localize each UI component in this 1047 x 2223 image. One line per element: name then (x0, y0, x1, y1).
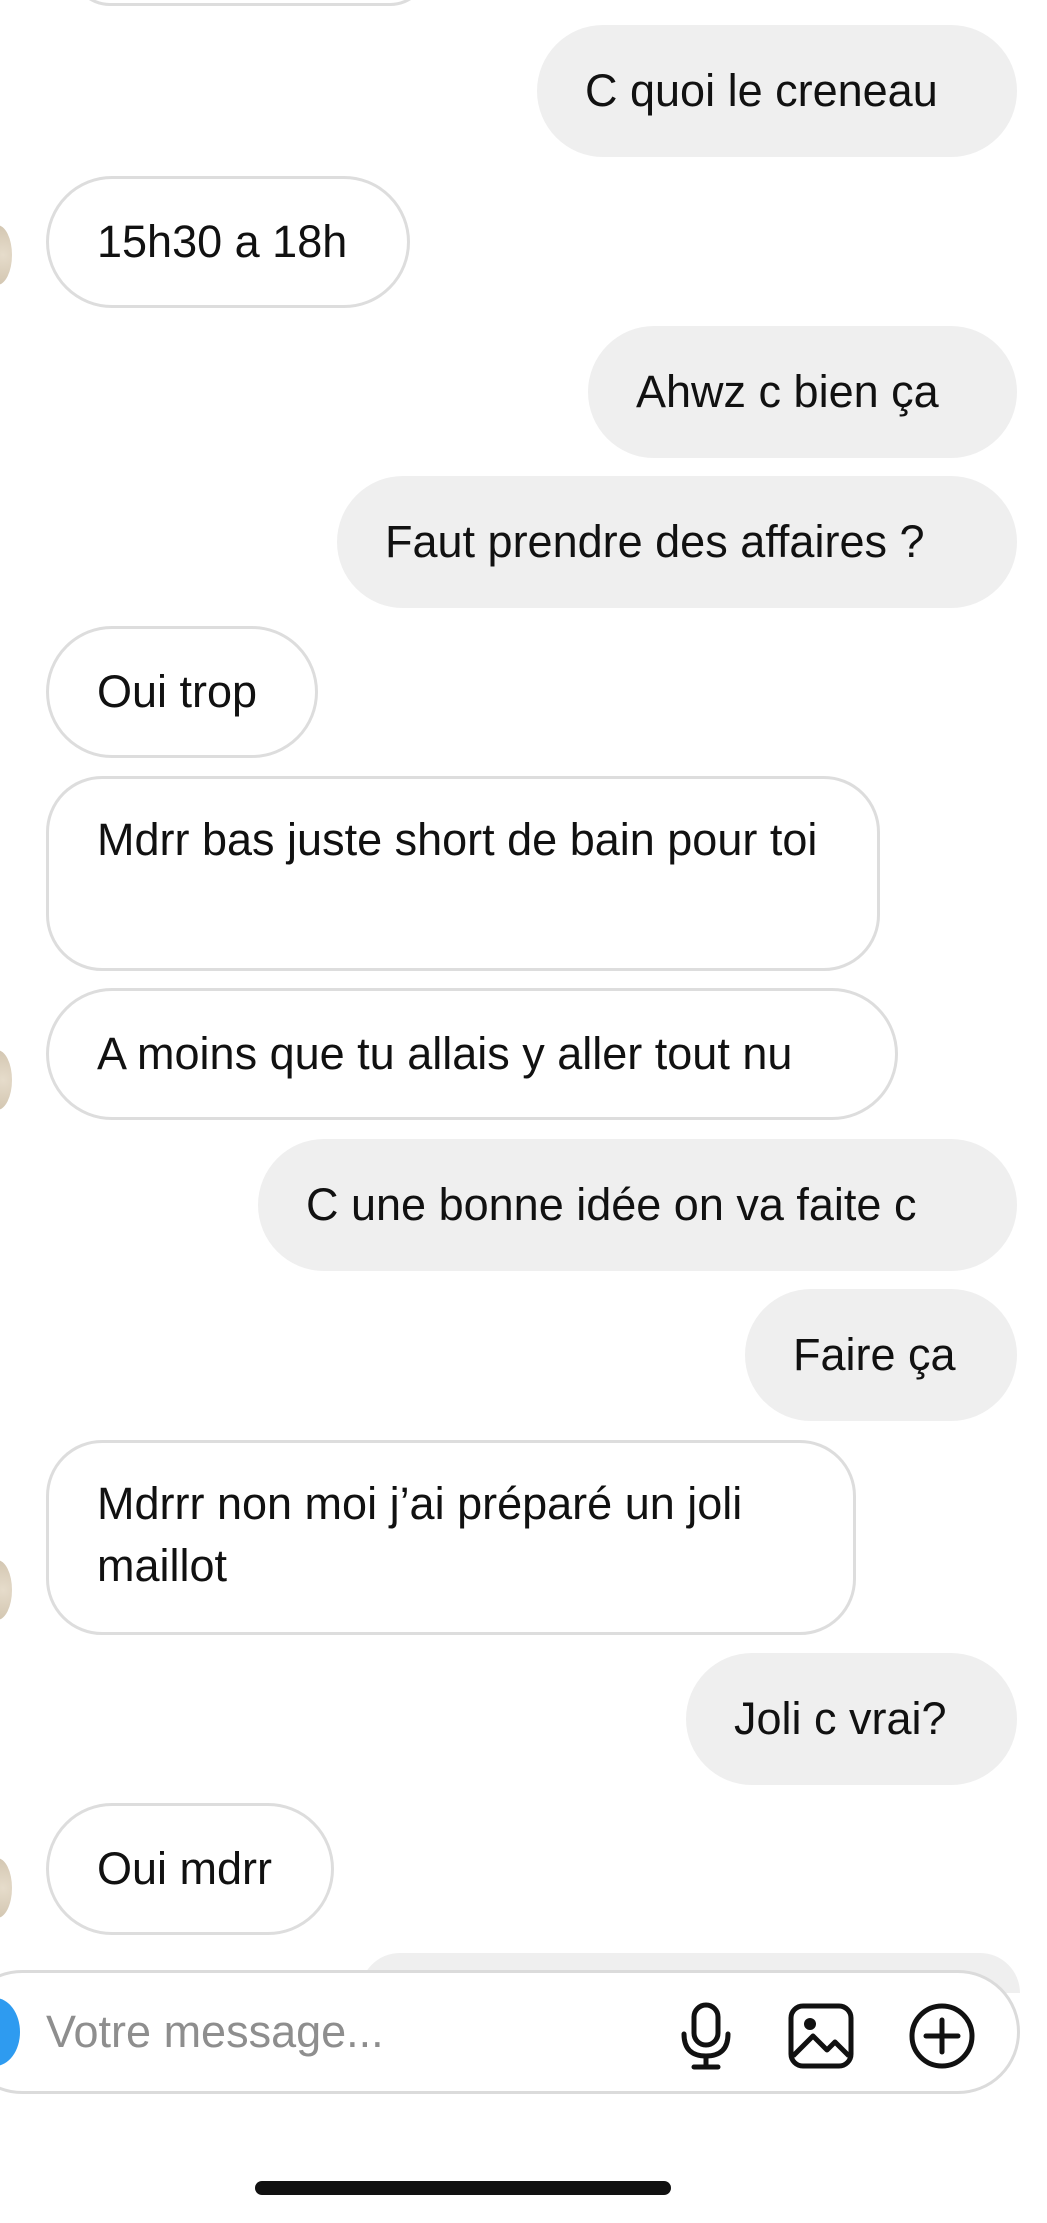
home-indicator[interactable] (255, 2181, 671, 2195)
message-bubble-received[interactable]: A moins que tu allais y aller tout nu (46, 988, 898, 1120)
message-bubble-sent[interactable]: C quoi le creneau (537, 25, 1017, 157)
message-bubble-sent[interactable]: Faut prendre des affaires ? (337, 476, 1017, 608)
message-bubble-sent[interactable]: C une bonne idée on va faite c (258, 1139, 1017, 1271)
partial-message-bubble (70, 0, 430, 6)
contact-avatar[interactable] (0, 1560, 12, 1620)
message-bubble-received[interactable]: Oui trop (46, 626, 318, 758)
contact-avatar[interactable] (0, 1858, 12, 1918)
contact-avatar[interactable] (0, 1050, 12, 1110)
message-bubble-received[interactable]: Mdrrr non moi j’ai préparé un joli maill… (46, 1440, 856, 1635)
contact-avatar[interactable] (0, 225, 12, 285)
message-bubble-sent[interactable]: Joli c vrai? (686, 1653, 1017, 1785)
image-icon[interactable] (785, 2000, 857, 2072)
plus-circle-icon[interactable] (906, 2000, 978, 2072)
message-bubble-received[interactable]: Oui mdrr (46, 1803, 334, 1935)
chat-screen: C quoi le creneau 15h30 a 18h Ahwz c bie… (0, 0, 1047, 2223)
message-input[interactable] (46, 2000, 606, 2064)
message-bubble-sent[interactable]: Ahwz c bien ça (588, 326, 1017, 458)
message-bubble-sent[interactable]: Faire ça (745, 1289, 1017, 1421)
message-bubble-received[interactable]: 15h30 a 18h (46, 176, 410, 308)
microphone-icon[interactable] (670, 2000, 742, 2072)
message-bubble-received[interactable]: Mdrr bas juste short de bain pour toi (46, 776, 880, 971)
